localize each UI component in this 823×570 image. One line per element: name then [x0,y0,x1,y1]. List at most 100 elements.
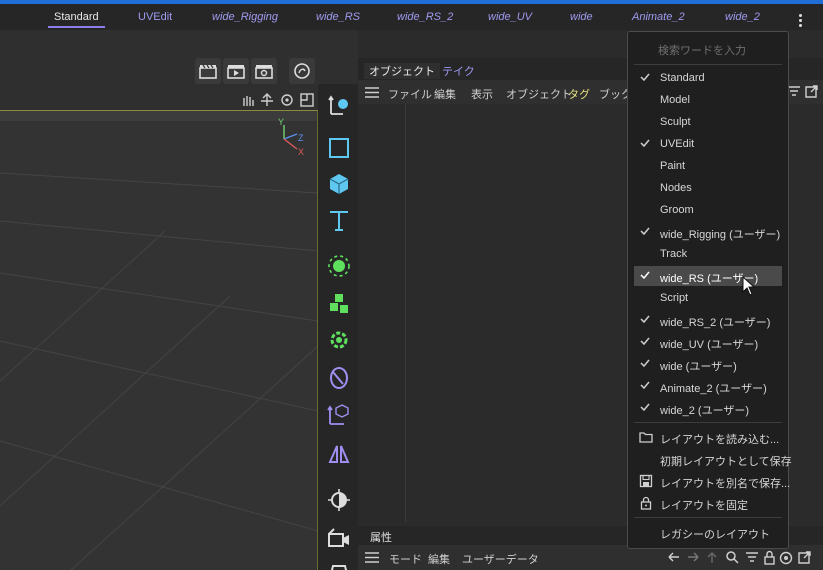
tab-attributes[interactable]: 属性 [370,529,392,545]
attribute-nav-icons[interactable] [666,550,821,565]
3d-viewport[interactable]: Y Z X [0,110,318,570]
redshift-icon[interactable] [289,58,315,84]
layout-item-label: Sculpt [660,116,691,128]
save-icon [639,474,653,488]
layout-item-label: Track [660,248,688,260]
menu-view[interactable]: 表示 [471,86,493,102]
hamburger-icon[interactable] [365,87,379,98]
check-icon [640,337,650,346]
layout-item-standard[interactable]: Standard [634,68,782,88]
layout-tab-animate-2[interactable]: Animate_2 [632,11,685,23]
menu-object[interactable]: オブジェクト [506,86,572,102]
render-settings-icon[interactable] [251,58,277,84]
text-icon[interactable] [323,204,355,236]
check-icon [640,227,650,236]
layout-item-label: wide (ユーザー) [660,361,737,373]
layout-item-sculpt[interactable]: Sculpt [634,112,782,132]
layout-tab-standard[interactable]: Standard [54,11,99,23]
layout-tab-wide-2[interactable]: wide_2 [725,11,760,23]
layout-item-label: UVEdit [660,138,695,150]
layout-item-label: Paint [660,160,686,172]
layout-item-nodes[interactable]: Nodes [634,178,782,198]
layout-tab-wide-rs-2[interactable]: wide_RS_2 [397,11,453,23]
layout-tab-wide-rs[interactable]: wide_RS [316,11,360,23]
layout-item-wide-2[interactable]: wide_2 (ユーザー) [634,398,782,418]
layout-item-label: wide_UV (ユーザー) [660,339,759,351]
layout-tab-wide-rigging[interactable]: wide_Rigging [212,11,278,23]
lock-icon [640,496,652,510]
layout-item-label: wide_Rigging (ユーザー) [660,229,781,241]
layout-item-paint[interactable]: Paint [634,156,782,176]
layout-item-track[interactable]: Track [634,244,782,264]
cloner-icon[interactable] [323,288,355,320]
main-toolbar [0,30,358,92]
floor-icon[interactable] [323,558,355,570]
spline-cube-icon[interactable] [323,398,355,430]
menu-separator [634,64,782,65]
layout-item-wide[interactable]: wide (ユーザー) [634,354,782,374]
layout-item-label: Groom [660,204,694,216]
camera-icon[interactable] [323,522,355,554]
generator-icon[interactable] [323,250,355,282]
menu-separator [634,517,782,518]
tab-objects[interactable]: オブジェクト [364,63,440,79]
viewport-nav-icons[interactable] [240,92,316,108]
save-layout-as-label: レイアウトを別名で保存... [660,478,791,490]
axis-label-z: Z [298,133,304,143]
null-object-icon[interactable] [323,132,355,164]
layout-tab-bar: Standard UVEdit wide_Rigging wide_RS wid… [0,4,823,30]
check-icon [640,73,650,82]
clapper-icon[interactable] [195,58,221,84]
legacy-layouts-item[interactable]: レガシーのレイアウト [634,522,782,542]
load-layout-item[interactable]: レイアウトを読み込む... [634,427,782,447]
filter-icon[interactable] [788,84,822,100]
menu-user-data[interactable]: ユーザーデータ [462,551,539,567]
save-as-default-item[interactable]: 初期レイアウトとして保存 [634,449,792,469]
layout-item-label: Model [660,94,690,106]
menu-mode[interactable]: モード [389,551,422,567]
menu-separator [634,422,782,423]
menu-edit[interactable]: 編集 [434,86,456,102]
object-manager-right-tools [788,84,823,102]
layout-tab-wide[interactable]: wide [570,11,593,23]
effector-icon[interactable] [323,324,355,356]
deformer-icon[interactable] [323,362,355,394]
layout-item-wide-uv[interactable]: wide_UV (ユーザー) [634,332,782,352]
symmetry-icon[interactable] [323,438,355,470]
more-icon[interactable] [797,14,805,28]
save-layout-as-item[interactable]: レイアウトを別名で保存... [634,471,790,491]
hamburger-icon[interactable] [365,552,379,563]
lock-layout-label: レイアウトを固定 [660,500,748,512]
layout-item-uvedit[interactable]: UVEdit [634,134,782,154]
menu-edit[interactable]: 編集 [428,551,450,567]
layout-search-input[interactable]: 検索ワードを入力 [658,42,746,58]
layout-item-script[interactable]: Script [634,288,782,308]
layout-item-label: Animate_2 (ユーザー) [660,383,767,395]
tab-takes[interactable]: テイク [442,63,475,79]
layout-item-wide-rs[interactable]: wide_RS (ユーザー) [634,266,782,286]
layout-item-label: wide_RS_2 (ユーザー) [660,317,771,329]
cube-icon[interactable] [323,168,355,200]
object-list-column [358,104,406,522]
layout-tab-uvedit[interactable]: UVEdit [138,11,172,23]
layout-item-label: Script [660,292,689,304]
layout-item-label: Nodes [660,182,692,194]
active-layout-indicator [48,26,105,28]
layout-item-model[interactable]: Model [634,90,782,110]
layout-item-wide-rs-2[interactable]: wide_RS_2 (ユーザー) [634,310,782,330]
menu-tag[interactable]: タグ [568,86,590,102]
folder-icon [639,432,653,443]
layout-dropdown-menu: 検索ワードを入力 Standard Model Sculpt UVEdit Pa… [627,31,792,549]
menu-file[interactable]: ファイル [388,86,432,102]
layout-item-label: wide_2 (ユーザー) [660,405,750,417]
light-icon[interactable] [323,484,355,516]
layout-item-groom[interactable]: Groom [634,200,782,220]
layout-item-animate-2[interactable]: Animate_2 (ユーザー) [634,376,782,396]
render-clapper-icon[interactable] [223,58,249,84]
layout-item-wide-rigging[interactable]: wide_Rigging (ユーザー) [634,222,782,242]
viewport-header [0,92,318,110]
move-tool-icon[interactable] [323,88,355,120]
lock-layout-item[interactable]: レイアウトを固定 [634,493,782,513]
check-icon [640,139,650,148]
layout-tab-wide-uv[interactable]: wide_UV [488,11,532,23]
